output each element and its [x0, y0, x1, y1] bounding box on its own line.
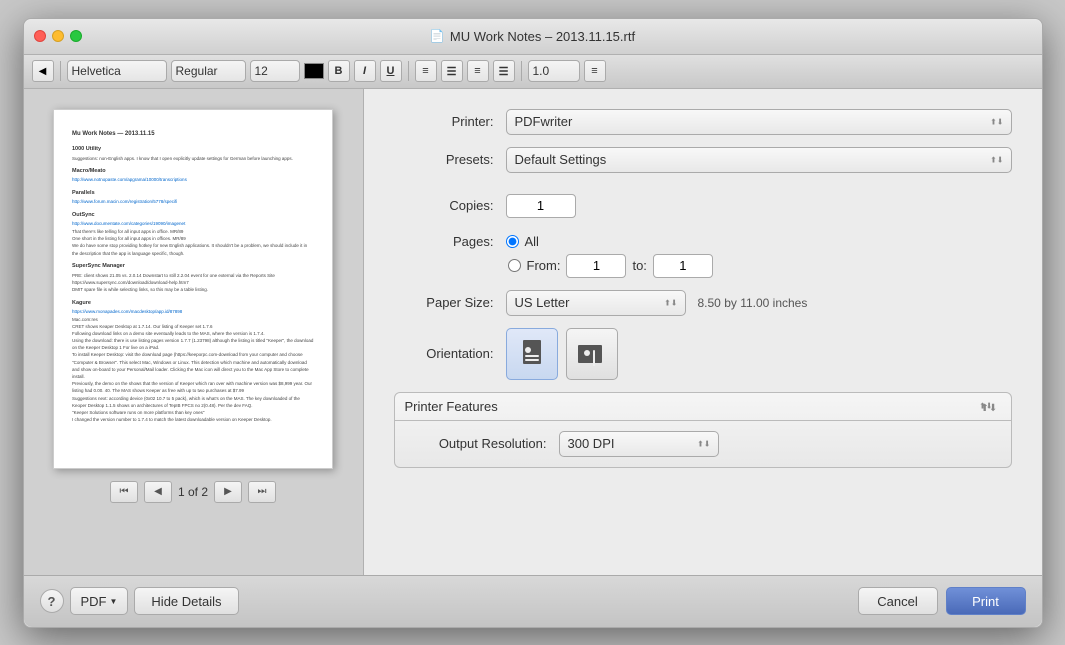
output-resolution-row: Output Resolution: 300 DPI	[407, 431, 999, 457]
landscape-button[interactable]	[566, 328, 618, 380]
copies-control	[506, 194, 1012, 218]
pages-label: Pages:	[394, 234, 494, 249]
italic-button[interactable]: I	[354, 60, 376, 82]
bold-button[interactable]: B	[328, 60, 350, 82]
align-center-button[interactable]: ☰	[441, 60, 463, 82]
copies-input[interactable]	[506, 194, 576, 218]
next-page-button[interactable]: ▶	[214, 481, 242, 503]
toolbar-nav-back[interactable]: ◀	[32, 60, 54, 82]
bottom-right-controls: Cancel Print	[858, 587, 1026, 615]
maximize-button[interactable]	[70, 30, 82, 42]
pages-from-to-row: From: to:	[506, 254, 1012, 278]
text-color-swatch[interactable]	[304, 63, 324, 79]
last-page-button[interactable]: ⏭	[248, 481, 276, 503]
hide-details-button[interactable]: Hide Details	[134, 587, 238, 615]
document-icon: 📄	[430, 29, 445, 43]
features-content: Output Resolution: 300 DPI	[395, 421, 1011, 467]
traffic-lights	[34, 30, 82, 42]
paper-dimensions: 8.50 by 11.00 inches	[698, 296, 808, 310]
features-expand-icon[interactable]: ⬆⬇	[981, 403, 998, 414]
divider-1	[60, 61, 61, 81]
preview-doc-title: Mu Work Notes — 2013.11.15	[72, 130, 314, 139]
printer-row: Printer: PDFwriter	[394, 109, 1012, 135]
align-left-button[interactable]: ≡	[415, 60, 437, 82]
line-spacing-select[interactable]: 1.0	[528, 60, 580, 82]
font-family-select[interactable]: Helvetica	[67, 60, 167, 82]
printer-select-container: PDFwriter	[506, 109, 1012, 135]
orientation-row: Orientation:	[394, 328, 1012, 380]
features-expand-wrapper: ⬆⬇	[981, 399, 1001, 414]
close-button[interactable]	[34, 30, 46, 42]
page-controls: ⏮ ◀ 1 of 2 ▶ ⏭	[110, 481, 276, 503]
printer-label: Printer:	[394, 114, 494, 129]
features-header: Printer Features ⬆⬇	[395, 393, 1011, 421]
paper-size-row: Paper Size: US Letter 8.50 by 11.00 inch…	[394, 290, 1012, 316]
bottom-left-controls: ? PDF ▼ Hide Details	[40, 587, 239, 615]
paper-size-label: Paper Size:	[394, 295, 494, 310]
presets-label: Presets:	[394, 152, 494, 167]
prev-page-button[interactable]: ◀	[144, 481, 172, 503]
cancel-button[interactable]: Cancel	[858, 587, 938, 615]
pages-to-input[interactable]	[653, 254, 713, 278]
paper-size-inner: US Letter 8.50 by 11.00 inches	[506, 290, 1012, 316]
main-window: 📄 MU Work Notes – 2013.11.15.rtf ◀ Helve…	[23, 18, 1043, 628]
pdf-arrow-icon: ▼	[110, 597, 118, 606]
minimize-button[interactable]	[52, 30, 64, 42]
output-resolution-select-wrapper: 300 DPI	[559, 431, 719, 457]
orientation-control	[506, 328, 1012, 380]
orientation-options	[506, 328, 1012, 380]
underline-button[interactable]: U	[380, 60, 402, 82]
portrait-button[interactable]	[506, 328, 558, 380]
paper-size-select-wrapper: US Letter	[506, 290, 686, 316]
page-preview: Mu Work Notes — 2013.11.15 1000 Utility …	[53, 109, 333, 469]
first-page-button[interactable]: ⏮	[110, 481, 138, 503]
copies-label: Copies:	[394, 198, 494, 213]
pages-control: All From: to:	[506, 234, 1012, 278]
pages-section: All From: to:	[506, 234, 1012, 278]
pages-all-radio[interactable]	[506, 235, 519, 248]
preview-panel: Mu Work Notes — 2013.11.15 1000 Utility …	[24, 89, 364, 575]
presets-select[interactable]: Default Settings	[506, 147, 1012, 173]
paper-size-control: US Letter 8.50 by 11.00 inches	[506, 290, 1012, 316]
print-button[interactable]: Print	[946, 587, 1026, 615]
divider-2	[408, 61, 409, 81]
pdf-label: PDF	[81, 594, 107, 609]
toolbar: ◀ Helvetica Regular 12 B I U ≡ ☰ ≡ ☰ 1.0…	[24, 55, 1042, 89]
page-count: 1 of 2	[178, 485, 208, 499]
main-content: Mu Work Notes — 2013.11.15 1000 Utility …	[24, 89, 1042, 575]
copies-row: Copies:	[394, 193, 1012, 219]
font-style-select[interactable]: Regular	[171, 60, 246, 82]
justify-button[interactable]: ☰	[493, 60, 515, 82]
settings-panel: Printer: PDFwriter Presets: Default Sett…	[364, 89, 1042, 575]
list-button[interactable]: ≡	[584, 60, 606, 82]
printer-select[interactable]: PDFwriter	[506, 109, 1012, 135]
pages-from-input[interactable]	[566, 254, 626, 278]
pages-from-radio[interactable]	[508, 259, 521, 272]
pages-from-label: From:	[527, 258, 561, 273]
presets-select-wrapper: Default Settings	[506, 147, 1012, 173]
output-resolution-control: 300 DPI	[559, 431, 999, 457]
pdf-button[interactable]: PDF ▼	[70, 587, 129, 615]
pages-row: Pages: All From: to:	[394, 231, 1012, 278]
font-size-select[interactable]: 12	[250, 60, 300, 82]
titlebar: 📄 MU Work Notes – 2013.11.15.rtf	[24, 19, 1042, 55]
orientation-label: Orientation:	[394, 346, 494, 361]
divider-3	[521, 61, 522, 81]
pages-all-row: All	[506, 234, 1012, 249]
align-right-button[interactable]: ≡	[467, 60, 489, 82]
pages-to-label: to:	[632, 258, 646, 273]
output-resolution-label: Output Resolution:	[407, 436, 547, 451]
features-title: Printer Features	[405, 399, 498, 414]
printer-features-section: Printer Features ⬆⬇ Output Resolution: 3…	[394, 392, 1012, 468]
pages-all-label: All	[525, 234, 539, 249]
bottom-bar: ? PDF ▼ Hide Details Cancel Print	[24, 575, 1042, 627]
window-title: 📄 MU Work Notes – 2013.11.15.rtf	[430, 29, 635, 44]
printer-select-wrapper: PDFwriter	[506, 109, 1012, 135]
presets-select-container: Default Settings	[506, 147, 1012, 173]
paper-size-select[interactable]: US Letter	[506, 290, 686, 316]
help-button[interactable]: ?	[40, 589, 64, 613]
output-resolution-select[interactable]: 300 DPI	[559, 431, 719, 457]
presets-row: Presets: Default Settings	[394, 147, 1012, 173]
